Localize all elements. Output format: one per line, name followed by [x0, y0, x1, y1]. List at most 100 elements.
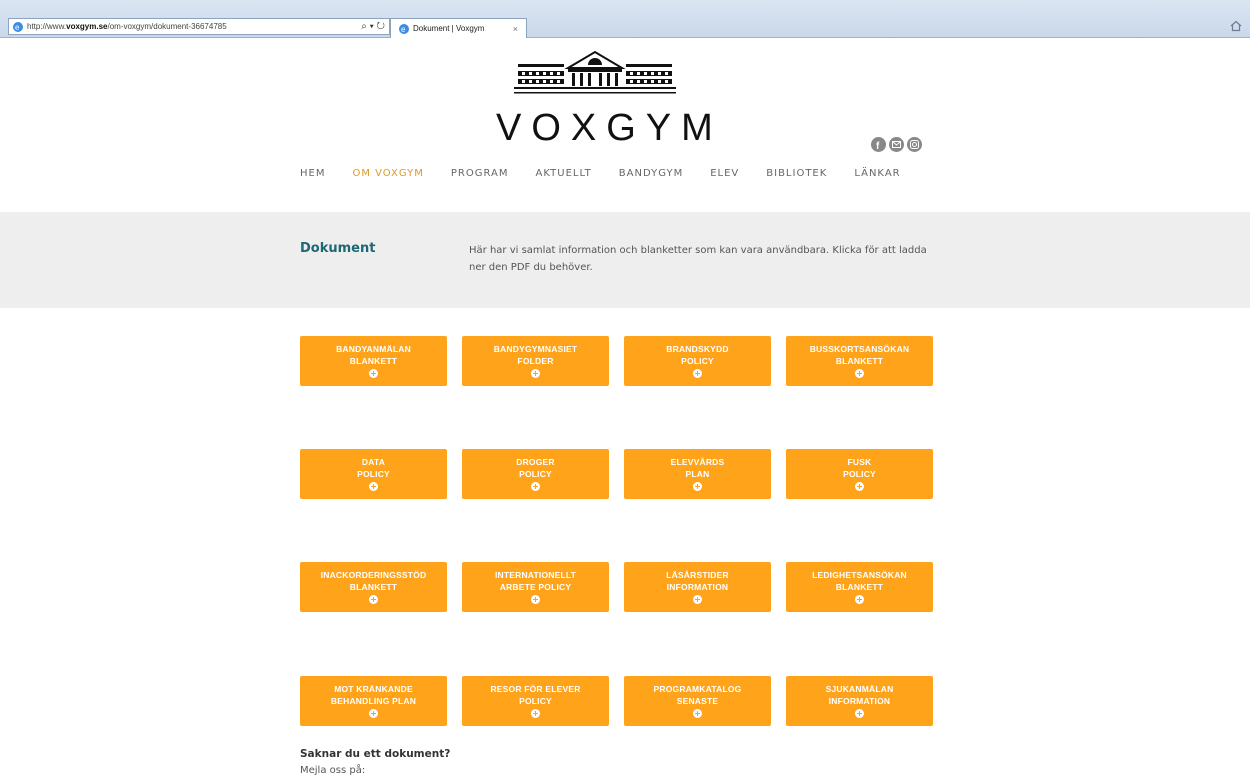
doc-subtitle: POLICY [519, 696, 552, 706]
home-icon[interactable] [1230, 20, 1242, 32]
doc-title: MOT KRÄNKANDE [334, 684, 413, 694]
social-links: f [871, 137, 922, 152]
school-building-icon [514, 50, 676, 94]
doc-title: DROGER [516, 457, 555, 467]
url-text[interactable]: http://www.voxgym.se/om-voxgym/dokument-… [27, 22, 357, 31]
facebook-icon[interactable]: f [871, 137, 886, 152]
doc-button[interactable]: BRANDSKYDD POLICY [624, 336, 771, 386]
nav-item-om-voxgym[interactable]: OM VOXGYM [352, 168, 423, 179]
missing-doc-text: Mejla oss på: [300, 765, 366, 776]
doc-button[interactable]: LÄSÅRSTIDER INFORMATION [624, 562, 771, 612]
doc-title: ELEVVÅRDS [670, 457, 725, 467]
doc-subtitle: POLICY [519, 469, 552, 479]
plus-circle-icon [531, 595, 540, 604]
nav-item-bandygym[interactable]: BANDYGYM [619, 168, 683, 179]
doc-button[interactable]: SJUKANMÄLAN INFORMATION [786, 676, 933, 726]
plus-circle-icon [855, 369, 864, 378]
svg-text:e: e [15, 23, 20, 32]
tab-title: Dokument | Voxgym [413, 24, 485, 33]
doc-title: BANDYANMÄLAN [336, 344, 411, 354]
plus-circle-icon [369, 709, 378, 718]
close-icon[interactable]: × [513, 24, 526, 34]
doc-subtitle: BEHANDLING PLAN [330, 696, 417, 706]
doc-subtitle: ARBETE POLICY [499, 582, 572, 592]
plus-circle-icon [855, 709, 864, 718]
svg-text:f: f [876, 141, 880, 152]
doc-button[interactable]: ELEVVÅRDS PLAN [624, 449, 771, 499]
doc-button[interactable]: BUSSKORTSANSÖKAN BLANKETT [786, 336, 933, 386]
nav-item-hem[interactable]: HEM [300, 168, 325, 179]
doc-subtitle: POLICY [843, 469, 876, 479]
doc-subtitle: BLANKETT [835, 582, 884, 592]
plus-circle-icon [531, 482, 540, 491]
plus-circle-icon [693, 482, 702, 491]
plus-circle-icon [855, 482, 864, 491]
search-refresh-icon[interactable]: ⌕ ▾ ↻ [357, 21, 389, 32]
doc-subtitle: PLAN [685, 469, 710, 479]
logo-text: VOXGYM [496, 107, 723, 149]
doc-title: SJUKANMÄLAN [825, 684, 894, 694]
doc-title: BANDYGYMNASIET [493, 344, 578, 354]
doc-subtitle: POLICY [357, 469, 390, 479]
svg-text:e: e [401, 25, 406, 34]
tab-dokument[interactable]: e Dokument | Voxgym × [390, 18, 527, 38]
doc-title: FUSK [847, 457, 872, 467]
doc-button[interactable]: INACKORDERINGSSTÖD BLANKETT [300, 562, 447, 612]
doc-button[interactable]: LEDIGHETSANSÖKAN BLANKETT [786, 562, 933, 612]
doc-button[interactable]: DATA POLICY [300, 449, 447, 499]
plus-circle-icon [693, 709, 702, 718]
plus-circle-icon [531, 709, 540, 718]
doc-subtitle: BLANKETT [349, 582, 398, 592]
doc-title: INACKORDERINGSSTÖD [320, 570, 427, 580]
plus-circle-icon [693, 369, 702, 378]
doc-subtitle: SENASTE [676, 696, 719, 706]
url-prefix: http://www. [27, 22, 67, 31]
plus-circle-icon [369, 482, 378, 491]
intro-band: Dokument Här har vi samlat information o… [0, 212, 1250, 308]
doc-subtitle: INFORMATION [828, 696, 891, 706]
instagram-icon[interactable] [907, 137, 922, 152]
doc-title: DATA [361, 457, 386, 467]
plus-circle-icon [531, 369, 540, 378]
doc-button[interactable]: BANDYANMÄLAN BLANKETT [300, 336, 447, 386]
nav-item-bibliotek[interactable]: BIBLIOTEK [766, 168, 827, 179]
site-logo[interactable]: VOXGYM [496, 50, 723, 149]
nav-item-aktuellt[interactable]: AKTUELLT [536, 168, 592, 179]
doc-title: PROGRAMKATALOG [653, 684, 742, 694]
main-nav: HEM OM VOXGYM PROGRAM AKTUELLT BANDYGYM … [300, 168, 928, 179]
doc-subtitle: BLANKETT [349, 356, 398, 366]
doc-title: LÄSÅRSTIDER [666, 570, 729, 580]
address-bar[interactable]: e http://www.voxgym.se/om-voxgym/dokumen… [8, 18, 390, 35]
page-title: Dokument [300, 241, 376, 256]
nav-item-elev[interactable]: ELEV [710, 168, 739, 179]
doc-subtitle: INFORMATION [666, 582, 729, 592]
doc-title: RESOR FÖR ELEVER [490, 684, 581, 694]
url-path: /om-voxgym/dokument-36674785 [107, 22, 227, 31]
plus-circle-icon [693, 595, 702, 604]
plus-circle-icon [369, 369, 378, 378]
url-domain: voxgym.se [66, 22, 108, 31]
doc-title: INTERNATIONELLT [494, 570, 577, 580]
doc-button[interactable]: PROGRAMKATALOG SENASTE [624, 676, 771, 726]
doc-button[interactable]: BANDYGYMNASIET FOLDER [462, 336, 609, 386]
ie-icon: e [399, 23, 409, 34]
nav-item-lankar[interactable]: LÄNKAR [854, 168, 900, 179]
doc-button[interactable]: FUSK POLICY [786, 449, 933, 499]
doc-button[interactable]: RESOR FÖR ELEVER POLICY [462, 676, 609, 726]
doc-subtitle: BLANKETT [835, 356, 884, 366]
browser-chrome: e http://www.voxgym.se/om-voxgym/dokumen… [0, 0, 1250, 38]
intro-text: Här har vi samlat information och blanke… [469, 245, 927, 273]
doc-title: LEDIGHETSANSÖKAN [812, 570, 907, 580]
doc-subtitle: POLICY [681, 356, 714, 366]
doc-button[interactable]: DROGER POLICY [462, 449, 609, 499]
ie-icon: e [13, 21, 23, 32]
doc-title: BRANDSKYDD [666, 344, 729, 354]
missing-doc-heading: Saknar du ett dokument? [300, 748, 451, 760]
nav-item-program[interactable]: PROGRAM [451, 168, 509, 179]
doc-button[interactable]: INTERNATIONELLT ARBETE POLICY [462, 562, 609, 612]
doc-title: BUSSKORTSANSÖKAN [809, 344, 910, 354]
mail-icon[interactable] [889, 137, 904, 152]
plus-circle-icon [855, 595, 864, 604]
doc-button[interactable]: MOT KRÄNKANDE BEHANDLING PLAN [300, 676, 447, 726]
doc-subtitle: FOLDER [517, 356, 554, 366]
